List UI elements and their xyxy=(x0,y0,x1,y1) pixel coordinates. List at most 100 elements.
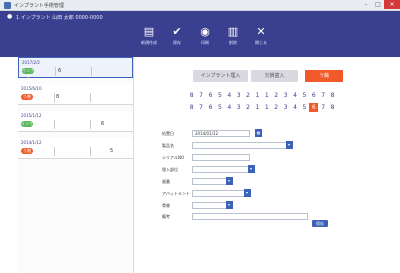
tooth-cell[interactable]: 2 xyxy=(243,103,252,112)
tooth-cell[interactable]: 2 xyxy=(243,91,252,100)
history-date: 2017/2/2 xyxy=(22,60,40,65)
tooth-cell[interactable]: 5 xyxy=(215,103,224,112)
tooth-cell[interactable]: 8 xyxy=(187,91,196,100)
history-card[interactable]: 2015/1/12 インプラ 6 xyxy=(18,111,133,132)
tooth-cell[interactable]: 1 xyxy=(262,103,271,112)
divider xyxy=(91,67,92,76)
abutment-field[interactable] xyxy=(192,190,248,197)
toolbar-label: 保存 xyxy=(173,40,181,45)
history-card[interactable]: 2017/2/2 インプラ 6 xyxy=(18,57,133,79)
abutment-dropdown-icon[interactable] xyxy=(244,189,251,197)
calendar-icon[interactable]: ▦ xyxy=(255,129,262,137)
toolbar-button-2[interactable]: ◉ 印刷 xyxy=(196,25,214,46)
bone-field[interactable] xyxy=(192,202,230,209)
tooth-cell[interactable]: 6 xyxy=(206,91,215,100)
site-label: 埋入部位 xyxy=(162,167,178,172)
site-field[interactable] xyxy=(192,166,252,173)
treatment-badge: インプラ xyxy=(22,68,34,79)
tooth-value: 6 xyxy=(101,121,105,127)
tooth-cell[interactable]: 7 xyxy=(318,91,327,100)
tooth-cell[interactable]: 4 xyxy=(225,103,234,112)
minimize-button[interactable]: – xyxy=(360,0,372,9)
toolbar-button-1[interactable]: ✔ 保存 xyxy=(168,25,186,46)
treatment-badge: う蝕 xyxy=(21,148,33,154)
serial-field[interactable] xyxy=(192,154,250,161)
date-field[interactable]: 2014/01/12 xyxy=(192,130,250,137)
notes-label: 備考 xyxy=(162,214,170,219)
tooth-cell[interactable]: 1 xyxy=(253,103,262,112)
tooth-cell[interactable]: 5 xyxy=(300,103,309,112)
tooth-cell[interactable]: 8 xyxy=(187,103,196,112)
divider xyxy=(90,120,91,129)
product-field[interactable] xyxy=(192,142,292,149)
tooth-number-field[interactable] xyxy=(192,178,230,185)
document-icon: ▤ xyxy=(143,25,155,38)
window-title: インプラント手術管理 xyxy=(14,3,64,9)
product-dropdown-icon[interactable] xyxy=(286,141,293,149)
divider xyxy=(55,67,56,76)
patient-bar: ● 1 インプラント 山田 太郎 0000-0000 xyxy=(0,11,400,23)
bone-label: 骨質 xyxy=(162,203,170,208)
app-header: ● 1 インプラント 山田 太郎 0000-0000 ▤ 新規作成 ✔ 保存 ◉ 印刷 ▥ 削… xyxy=(0,11,400,57)
tooth-cell[interactable]: 6 xyxy=(206,103,215,112)
tooth-cell[interactable]: 4 xyxy=(290,103,299,112)
tooth-number-label: 歯番 xyxy=(162,179,170,184)
implant-tab[interactable]: インプラント埋入 xyxy=(193,70,248,82)
title-bar: インプラント手術管理 – □ ✕ xyxy=(0,0,400,11)
tooth-cell[interactable]: 7 xyxy=(196,91,205,100)
tooth-value: 6 xyxy=(58,68,62,74)
maximize-button[interactable]: □ xyxy=(372,0,384,9)
missing-tooth-tab[interactable]: 欠損歯入 xyxy=(251,70,298,82)
divider xyxy=(54,93,55,102)
treatment-badge: う蝕 xyxy=(21,94,33,100)
divider xyxy=(90,93,91,102)
notes-field[interactable] xyxy=(192,213,308,220)
close-window-button[interactable]: ✕ xyxy=(384,0,400,9)
toolbar-button-0[interactable]: ▤ 新規作成 xyxy=(140,25,158,46)
tooth-cell[interactable]: 2 xyxy=(272,103,281,112)
tooth-cell[interactable]: 4 xyxy=(290,91,299,100)
bone-dropdown-icon[interactable] xyxy=(226,201,233,209)
close-x-icon: ✕ xyxy=(256,25,266,38)
window-controls: – □ ✕ xyxy=(360,0,400,10)
camera-icon: ◉ xyxy=(200,25,210,38)
tooth-cell[interactable]: 2 xyxy=(272,91,281,100)
tooth-cell[interactable]: 6 xyxy=(309,103,319,112)
toolbar-label: 印刷 xyxy=(201,40,209,45)
history-card[interactable]: 2015/6/10 う蝕 8 xyxy=(18,84,133,105)
divider xyxy=(90,147,91,156)
tooth-cell[interactable]: 3 xyxy=(281,103,290,112)
tooth-cell[interactable]: 3 xyxy=(281,91,290,100)
tooth-cell[interactable]: 8 xyxy=(328,91,337,100)
toolbar-label: 閉じる xyxy=(255,40,267,45)
tooth-value: 8 xyxy=(56,94,60,100)
app-icon xyxy=(4,2,11,9)
tooth-cell[interactable]: 4 xyxy=(225,91,234,100)
tooth-cell[interactable]: 1 xyxy=(262,91,271,100)
treatment-badge: インプラ xyxy=(21,121,33,132)
save-form-button[interactable]: 保存 xyxy=(312,220,328,227)
history-sidebar: 2017/2/2 インプラ 6 2015/6/10 う蝕 8 2015/1/12 インプラ 6 2… xyxy=(18,57,134,273)
main-panel: インプラント埋入 欠損歯入 う蝕 8765432112345678 876543… xyxy=(135,57,400,273)
tooth-cell[interactable]: 8 xyxy=(328,103,337,112)
cavity-tab[interactable]: う蝕 xyxy=(305,70,343,82)
tooth-cell[interactable]: 7 xyxy=(318,103,327,112)
tooth-cell[interactable]: 5 xyxy=(215,91,224,100)
divider xyxy=(54,120,55,129)
tooth-number-dropdown-icon[interactable] xyxy=(226,177,233,185)
site-dropdown-icon[interactable] xyxy=(248,165,255,173)
tooth-cell[interactable]: 5 xyxy=(300,91,309,100)
history-card[interactable]: 2014/1/12 う蝕 5 xyxy=(18,138,133,159)
upper-tooth-chart: 8765432112345678 xyxy=(187,91,337,100)
history-date: 2015/6/10 xyxy=(21,86,42,91)
toolbar-button-3[interactable]: ▥ 削除 xyxy=(224,25,242,46)
tooth-cell[interactable]: 6 xyxy=(309,91,318,100)
toolbar-button-4[interactable]: ✕ 閉じる xyxy=(252,25,270,46)
tooth-cell[interactable]: 1 xyxy=(253,91,262,100)
toolbar-label: 新規作成 xyxy=(141,40,157,45)
user-icon: ● xyxy=(7,13,13,20)
tooth-cell[interactable]: 7 xyxy=(196,103,205,112)
tooth-cell[interactable]: 3 xyxy=(234,103,243,112)
tooth-cell[interactable]: 3 xyxy=(234,91,243,100)
product-label: 製品名 xyxy=(162,143,174,148)
